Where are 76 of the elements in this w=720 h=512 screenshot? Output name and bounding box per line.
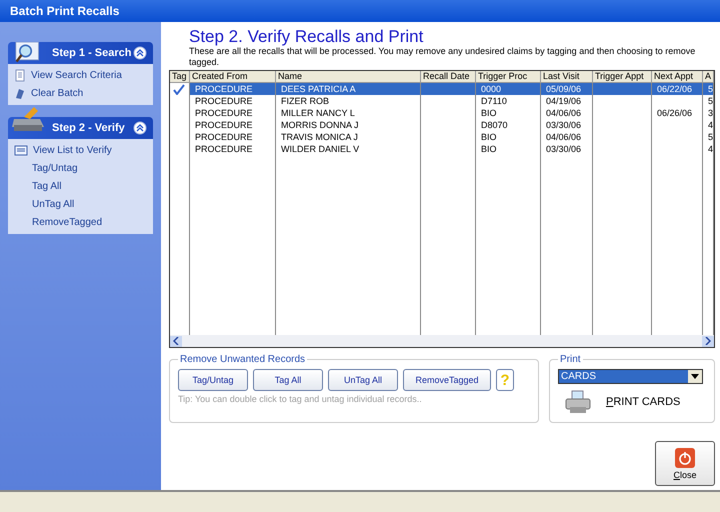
power-icon (675, 448, 695, 468)
checkmark-icon (173, 84, 186, 94)
table-cell: PROCEDURE (190, 107, 276, 119)
table-cell: D7110 (476, 95, 541, 107)
table-cell: MILLER NANCY L (276, 107, 421, 119)
sidebar-group-header[interactable]: Step 1 - Search (8, 42, 153, 64)
table-cell: BIO (476, 107, 541, 119)
collapse-chevron-icon[interactable] (132, 46, 147, 60)
collapse-chevron-icon[interactable] (132, 121, 147, 135)
sidebar-group-title: Step 2 - Verify (52, 122, 126, 134)
print-button[interactable]: PRINT CARDS (558, 386, 686, 418)
print-type-dropdown[interactable]: CARDS (558, 369, 703, 384)
table-cell: 5 (702, 95, 714, 107)
table-cell: DEES PATRICIA A (276, 83, 421, 95)
magnifier-icon (14, 42, 42, 64)
table-cell: 4 (702, 119, 714, 131)
table-cell: 06/26/06 (652, 107, 703, 119)
window-title: Batch Print Recalls (0, 0, 720, 22)
group-title: Remove Unwanted Records (178, 354, 306, 365)
horizontal-scrollbar[interactable] (170, 335, 714, 347)
printer-icon (564, 390, 592, 414)
column-header[interactable]: Next Appt (652, 71, 703, 83)
scroll-left-icon[interactable] (170, 336, 182, 346)
table-cell: 5 (702, 131, 714, 143)
column-header[interactable]: Trigger Proc (476, 71, 541, 83)
table-cell: PROCEDURE (190, 143, 276, 155)
table-cell: PROCEDURE (190, 131, 276, 143)
sidebar-link[interactable]: RemoveTagged (32, 217, 102, 228)
table-cell: WILDER DANIEL V (276, 143, 421, 155)
table-cell: 4 (702, 143, 714, 155)
action-button[interactable]: Tag/Untag (178, 369, 248, 391)
sidebar-link[interactable]: View Search Criteria (31, 70, 122, 81)
table-cell: TRAVIS MONICA J (276, 131, 421, 143)
table-cell: FIZER ROB (276, 95, 421, 107)
sidebar-link[interactable]: Tag/Untag (32, 163, 78, 174)
table-cell: PROCEDURE (190, 119, 276, 131)
table-cell: PROCEDURE (190, 95, 276, 107)
sidebar-link[interactable]: Tag All (32, 181, 62, 192)
sidebar-group-title: Step 1 - Search (52, 47, 132, 59)
action-button[interactable]: Tag All (252, 369, 323, 391)
document-icon (14, 69, 26, 82)
page-heading: Step 2. Verify Recalls and Print (188, 28, 424, 46)
table-cell: 5 (702, 83, 714, 95)
table-cell: 04/06/06 (540, 107, 593, 119)
table-cell: 06/22/06 (652, 83, 703, 95)
action-button[interactable]: UnTag All (328, 369, 398, 391)
table-cell: 05/09/06 (540, 83, 593, 95)
column-header[interactable]: Name (276, 71, 421, 83)
table-cell: MORRIS DONNA J (276, 119, 421, 131)
scroll-right-icon[interactable] (702, 336, 714, 346)
table-cell: BIO (476, 131, 541, 143)
sidebar-link[interactable]: UnTag All (32, 199, 74, 210)
eraser-icon (14, 87, 26, 100)
column-header[interactable]: Recall Date (420, 71, 476, 83)
table-cell: 0000 (476, 83, 541, 95)
table-cell: 04/19/06 (540, 95, 593, 107)
table-cell: 3 (702, 107, 714, 119)
column-header[interactable]: Created From (190, 71, 276, 83)
sidebar-link[interactable]: View List to Verify (33, 145, 112, 156)
column-header[interactable]: A (702, 71, 714, 83)
column-header[interactable]: Tag (170, 71, 190, 83)
table-cell: 04/06/06 (540, 131, 593, 143)
column-header[interactable]: Last Visit (540, 71, 593, 83)
group-title: Print (558, 354, 582, 365)
sidebar-link[interactable]: Clear Batch (31, 88, 84, 99)
column-header[interactable]: Trigger Appt (592, 71, 652, 83)
table-cell: BIO (476, 143, 541, 155)
table-cell: PROCEDURE (190, 83, 276, 95)
description-text: These are all the recalls that will be processed. You may remove any undesired claims by tagging and then choosing to remove tagged. (188, 46, 696, 68)
tip-text: Tip: You can double click to tag and untag individual records.. (178, 394, 423, 404)
action-button[interactable]: RemoveTagged (402, 369, 491, 391)
table-cell: 03/30/06 (540, 119, 593, 131)
close-button[interactable]: Close (655, 441, 715, 486)
table-cell: 03/30/06 (540, 143, 593, 155)
list-window-icon (14, 144, 28, 156)
table-cell: D8070 (476, 119, 541, 131)
